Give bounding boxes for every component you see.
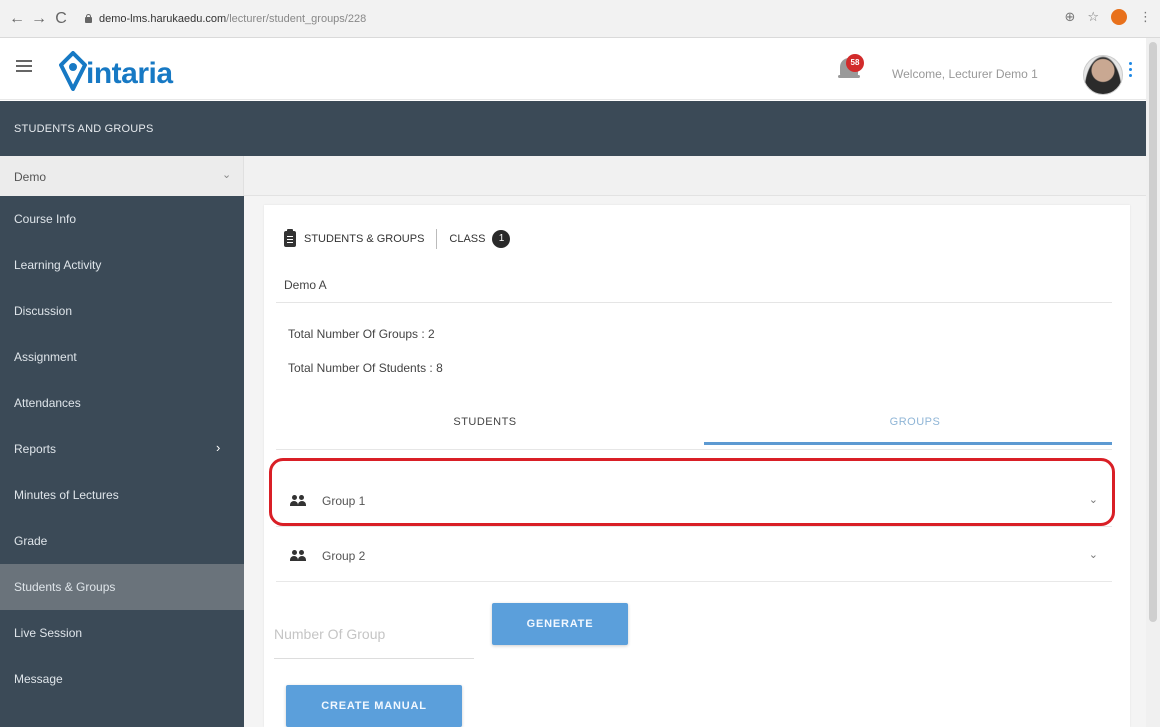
sidebar-item-label: Students & Groups: [14, 580, 116, 594]
address-bar[interactable]: demo-lms.harukaedu.com/lecturer/student_…: [84, 13, 366, 25]
notification-bell-icon[interactable]: 58: [836, 52, 864, 82]
class-label: CLASS: [449, 233, 486, 245]
welcome-text: Welcome, Lecturer Demo 1: [892, 67, 1038, 81]
total-students: Total Number Of Students : 8: [288, 361, 443, 375]
extension-icon[interactable]: [1111, 9, 1127, 25]
sidebar-item-label: Minutes of Lectures: [14, 488, 119, 502]
logo-text: intaria: [86, 57, 173, 90]
url-host: demo-lms.harukaedu.com: [99, 12, 227, 25]
course-name: Demo A: [284, 278, 327, 292]
total-groups: Total Number Of Groups : 2: [288, 327, 435, 341]
forward-icon[interactable]: →: [28, 10, 50, 28]
sidebar-item-label: Discussion: [14, 304, 73, 318]
sidebar-item-learning-activity[interactable]: Learning Activity: [0, 242, 244, 288]
sidebar-item-students-groups[interactable]: Students & Groups: [0, 564, 244, 610]
group-label: Group 2: [322, 548, 366, 563]
hamburger-menu-icon[interactable]: [16, 60, 32, 72]
page-scrollbar[interactable]: [1146, 38, 1160, 727]
group-row-2[interactable]: Group 2 ⌄: [276, 530, 1112, 582]
sidebar-item-grade[interactable]: Grade: [0, 518, 244, 564]
sidebar-item-live-session[interactable]: Live Session: [0, 610, 244, 656]
sidebar-item-label: Learning Activity: [14, 258, 102, 272]
back-icon[interactable]: ←: [6, 10, 28, 28]
tab-students[interactable]: STUDENTS: [276, 405, 694, 449]
course-select[interactable]: Demo ⌄: [0, 156, 244, 196]
section-label: STUDENTS & GROUPS: [304, 233, 425, 245]
divider: [276, 302, 1112, 303]
more-options-icon[interactable]: [1129, 62, 1133, 80]
browser-menu-icon[interactable]: ⋮: [1139, 9, 1152, 25]
sidebar-item-label: Assignment: [14, 350, 77, 364]
sidebar-item-label: Grade: [14, 534, 48, 548]
sidebar-item-label: Attendances: [14, 396, 81, 410]
chevron-right-icon: ›: [216, 440, 221, 455]
reload-icon[interactable]: C: [50, 10, 72, 28]
page-title: STUDENTS AND GROUPS: [14, 123, 154, 135]
sidebar-item-course-info[interactable]: Course Info: [0, 196, 244, 242]
bookmark-star-icon[interactable]: ☆: [1087, 9, 1099, 25]
zoom-icon[interactable]: ⊕: [1064, 9, 1075, 25]
sidebar-item-label: Reports: [14, 442, 57, 456]
sidebar-item-discussion[interactable]: Discussion: [0, 288, 244, 334]
logo-mark-icon: [59, 51, 87, 91]
browser-actions: ⊕ ☆ ⋮: [1064, 9, 1152, 25]
highlight-annotation: [269, 458, 1115, 526]
sidebar-item-minutes-of-lectures[interactable]: Minutes of Lectures: [0, 472, 244, 518]
sidebar-item-label: Message: [14, 672, 63, 686]
create-manual-button[interactable]: CREATE MANUAL: [286, 685, 462, 727]
course-row: Demo ⌄: [0, 156, 1160, 196]
sidebar-item-attendances[interactable]: Attendances: [0, 380, 244, 426]
scrollbar-thumb[interactable]: [1149, 42, 1157, 622]
sidebar-item-label: Live Session: [14, 626, 83, 640]
tabs-divider: [276, 449, 1112, 450]
course-select-value: Demo: [14, 170, 47, 184]
sidebar-item-assignment[interactable]: Assignment: [0, 334, 244, 380]
logo[interactable]: intaria: [58, 47, 173, 91]
app-header: intaria 58 Welcome, Lecturer Demo 1: [0, 38, 1160, 100]
chevron-down-icon[interactable]: ⌄: [1089, 548, 1098, 561]
page-title-bar: STUDENTS AND GROUPS: [0, 101, 1160, 156]
sidebar-item-reports[interactable]: Reports ›: [0, 426, 244, 472]
clipboard-icon: [284, 229, 296, 247]
sidebar-item-message[interactable]: Message: [0, 656, 244, 702]
notification-badge: 58: [846, 54, 864, 72]
chevron-down-icon: ⌄: [222, 169, 232, 181]
header-divider: [436, 229, 438, 249]
number-of-group-input[interactable]: [274, 609, 474, 659]
lock-icon: [84, 14, 93, 23]
browser-toolbar: ← → C demo-lms.harukaedu.com/lecturer/st…: [0, 0, 1160, 38]
url-path: /lecturer/student_groups/228: [226, 12, 367, 25]
class-count-badge: 1: [492, 230, 511, 248]
group-people-icon: [290, 549, 306, 562]
sidebar-item-label: Course Info: [14, 212, 77, 226]
card-header: STUDENTS & GROUPS CLASS 1: [284, 227, 511, 251]
sidebar: Course Info Learning Activity Discussion…: [0, 196, 244, 727]
avatar[interactable]: [1083, 55, 1123, 95]
generate-button[interactable]: GENERATE: [492, 603, 628, 645]
active-tab-indicator: [704, 442, 1112, 445]
